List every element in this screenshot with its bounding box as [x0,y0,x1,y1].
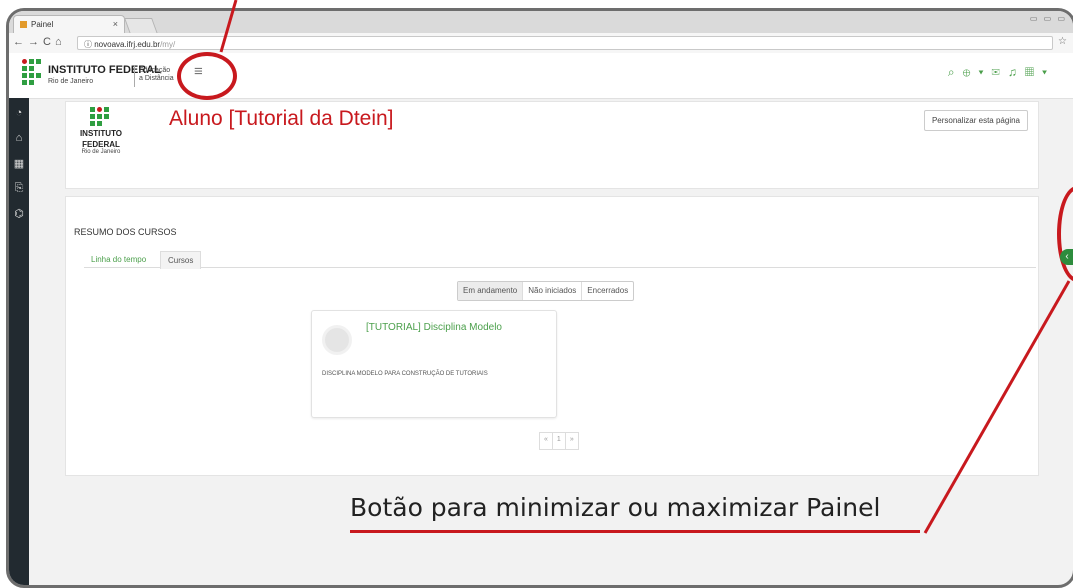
bookmark-star-icon[interactable]: ☆ [1058,36,1067,47]
dashboard-icon[interactable]: ◔ [9,107,29,123]
customize-page-button[interactable]: Personalizar esta página [923,110,1028,131]
tab-title: Painel [31,20,54,29]
language-icon[interactable]: ⊕▾ [963,65,992,79]
filter-finished[interactable]: Encerrados [582,282,633,300]
window-controls[interactable]: ▭ ▭ ▭ [1030,14,1067,23]
notifications-icon[interactable]: ♫ [1008,65,1025,79]
tab-timeline[interactable]: Linha do tempo [84,251,153,268]
brand-subtitle: Rio de Janeiro [48,78,94,85]
highlight-menu-toggle [177,52,237,100]
messages-icon[interactable]: ✉ [992,65,1008,79]
new-tab-button[interactable] [124,18,158,34]
url-host: novoava.ifrj.edu.br [94,40,161,49]
panel-collapse-icon[interactable]: ‹ [1060,249,1073,265]
pager-page[interactable]: 1 [553,433,566,449]
course-avatar-icon [322,325,352,355]
header-actions: ⌕⊕▾✉♫▦▾ [948,65,1055,80]
browser-tab[interactable]: Painel × [13,15,125,33]
nav-drawer: ◔ ⌂ ▦ ⎘ ⌬ [9,98,29,585]
if-logo-grid-icon [90,107,112,127]
url-field[interactable]: ⓘ novoava.ifrj.edu.br/my/ [77,36,1053,50]
callout-underline [350,530,920,533]
nav-buttons[interactable]: ←→C⌂ [13,36,66,48]
site-header: INSTITUTO FEDERAL Rio de Janeiro Educaçã… [9,53,1073,99]
home-icon[interactable]: ⌂ [9,132,29,148]
search-icon[interactable]: ⌕ [948,65,963,79]
tab-courses[interactable]: Cursos [160,251,202,269]
course-overview-block: RESUMO DOS CURSOS Linha do tempo Cursos … [65,196,1039,476]
user-menu-icon[interactable]: ▦▾ [1025,65,1055,79]
filter-in-progress[interactable]: Em andamento [458,282,524,300]
profile-card: INSTITUTO FEDERAL Rio de Janeiro Aluno [… [65,101,1039,189]
url-path: /my/ [160,40,176,49]
institution-logo: INSTITUTO FEDERAL Rio de Janeiro [76,107,126,155]
calendar-icon[interactable]: ▦ [9,157,29,173]
pagination: « 1 » [539,432,579,450]
files-icon[interactable]: ⎘ [9,182,29,198]
course-title[interactable]: [TUTORIAL] Disciplina Modelo [366,322,502,333]
course-card[interactable]: [TUTORIAL] Disciplina Modelo DISCIPLINA … [311,310,557,418]
filter-not-started[interactable]: Não iniciados [523,282,583,300]
close-tab-icon[interactable]: × [113,19,118,29]
course-description: DISCIPLINA MODELO PARA CONSTRUÇÃO DE TUT… [322,371,488,377]
page-title: Aluno [Tutorial da Dtein] [169,107,394,130]
pager-prev[interactable]: « [540,433,553,449]
courses-icon[interactable]: ⌬ [9,207,29,223]
favicon-icon [20,21,27,28]
address-bar: ←→C⌂ ⓘ novoava.ifrj.edu.br/my/ ☆ [9,33,1073,54]
divider [134,65,135,87]
tab-bar: Painel × ▭ ▭ ▭ [9,11,1073,34]
overview-tabs: Linha do tempo Cursos [84,251,1036,269]
block-title: RESUMO DOS CURSOS [74,227,177,237]
pager-next[interactable]: » [566,433,578,449]
annotation-callout: Botão para minimizar ou maximizar Painel [350,493,881,522]
status-filter: Em andamento Não iniciados Encerrados [457,281,635,301]
ead-label: Educação a Distância [139,67,174,82]
if-logo-icon[interactable] [22,59,42,87]
